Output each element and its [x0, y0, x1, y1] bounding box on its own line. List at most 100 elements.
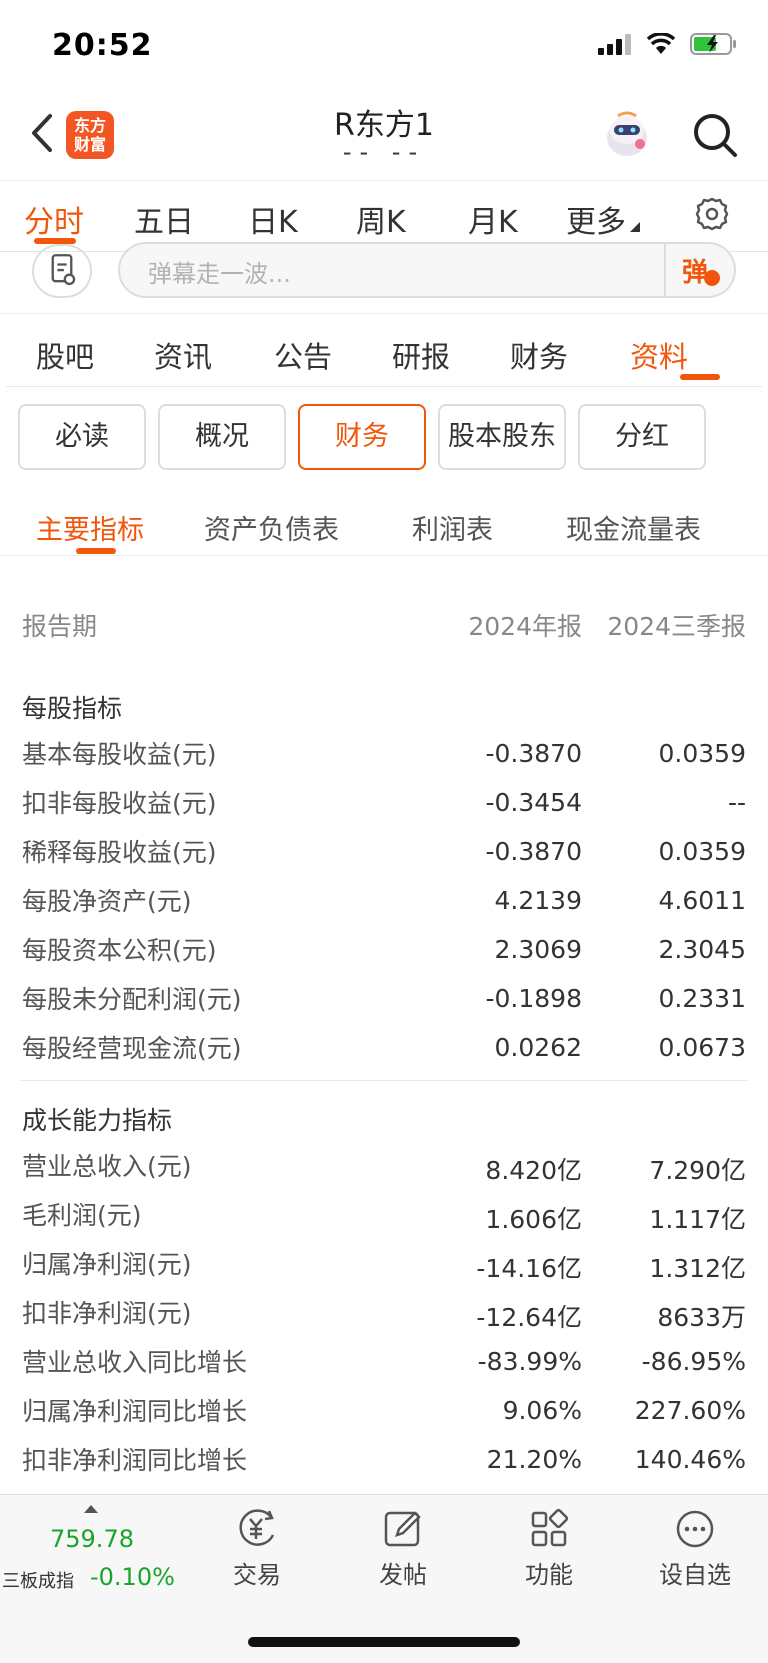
compose-button[interactable]: 发帖 [348, 1505, 458, 1595]
segment-dividends[interactable]: 分红 [578, 404, 706, 470]
info-tabs: 股吧 资讯 公告 研报 财务 资料 [0, 314, 768, 386]
home-indicator[interactable] [248, 1637, 520, 1647]
row-label: 基本每股收益(元) [22, 740, 217, 769]
row-label: 扣非净利润(元) [22, 1299, 192, 1328]
row-label: 扣非净利润同比增长 [22, 1446, 248, 1475]
row-label: 每股经营现金流(元) [22, 1034, 242, 1063]
compose-label: 发帖 [379, 1561, 427, 1589]
section-title: 成长能力指标 [22, 1106, 173, 1135]
battery-icon [690, 33, 736, 55]
grid-icon [531, 1509, 569, 1547]
row-label: 归属净利润同比增长 [22, 1397, 248, 1426]
add-watchlist-button[interactable]: 设自选 [640, 1505, 750, 1595]
row-label: 每股未分配利润(元) [22, 985, 242, 1014]
tab-intraday[interactable]: 分时 [24, 197, 84, 241]
segment-shareholders[interactable]: 股本股东 [438, 404, 566, 470]
wifi-icon [646, 33, 676, 54]
status-icons [598, 32, 738, 56]
table-row: 营业总收入同比增长 -83.99% -86.95% [0, 1343, 768, 1383]
segment-overview[interactable]: 概况 [158, 404, 286, 470]
trade-label: 交易 [233, 1561, 281, 1589]
table-row: 每股未分配利润(元) -0.1898 0.2331 [0, 980, 768, 1020]
row-value-col2: 1.117亿 [649, 1205, 746, 1234]
triangle-down-icon [630, 222, 640, 232]
row-label: 每股净资产(元) [22, 887, 192, 916]
row-value-col2: 4.6011 [658, 886, 746, 915]
active-tab-indicator [76, 548, 116, 554]
gear-icon[interactable] [694, 196, 730, 232]
index-value: 759.78 [50, 1525, 134, 1553]
row-value-col1: 1.606亿 [485, 1205, 582, 1234]
bottom-toolbar: 759.78 三板成指 -0.10% 交易 发帖 功能 设自选 [0, 1494, 768, 1663]
section-divider [20, 1080, 748, 1081]
stock-header: 东方财富 R东方1 -- -- [0, 92, 768, 180]
table-row: 基本每股收益(元) -0.3870 0.0359 [0, 735, 768, 775]
search-icon[interactable] [690, 110, 740, 160]
row-label: 扣非每股收益(元) [22, 789, 217, 818]
row-value-col2: 0.0359 [658, 837, 746, 866]
tab-daily-k[interactable]: 日K [248, 197, 298, 241]
row-label: 毛利润(元) [22, 1201, 142, 1230]
row-value-col1: 2.3069 [494, 935, 582, 964]
row-value-col1: 9.06% [502, 1396, 582, 1425]
tab-finance[interactable]: 财务 [510, 334, 568, 376]
danmu-placeholder: 弹幕走一波... [148, 260, 291, 288]
row-value-col1: -0.3870 [485, 837, 583, 866]
trade-button[interactable]: 交易 [202, 1505, 312, 1595]
tab-more[interactable]: 更多 [566, 197, 640, 241]
add-watchlist-label: 设自选 [659, 1561, 731, 1589]
tab-news[interactable]: 资讯 [154, 334, 212, 376]
expand-up-icon [84, 1505, 98, 1513]
tab-key-indicators[interactable]: 主要指标 [36, 508, 144, 547]
active-tab-indicator [34, 238, 76, 244]
row-value-col2: 0.0359 [658, 739, 746, 768]
table-header: 报告期 2024年报 2024三季报 [0, 607, 768, 647]
table-row: 归属净利润同比增长 9.06% 227.60% [0, 1392, 768, 1432]
index-ticker[interactable]: 759.78 三板成指 -0.10% [0, 1495, 190, 1605]
tab-monthly-k[interactable]: 月K [468, 197, 518, 241]
tab-profile[interactable]: 资料 [630, 334, 688, 376]
active-tab-indicator [680, 374, 720, 380]
danmu-send-button[interactable]: 弹 [664, 244, 734, 296]
more-icon [676, 1510, 714, 1548]
row-value-col2: 2.3045 [658, 935, 746, 964]
danmu-bar: 弹幕走一波... 弹 [0, 242, 768, 314]
divider [6, 386, 762, 387]
tab-more-label: 更多 [566, 205, 626, 240]
table-row: 归属净利润(元) -14.16亿 1.312亿 [0, 1245, 768, 1285]
finance-sub-tabs: 主要指标 资产负债表 利润表 现金流量表 [0, 490, 768, 556]
compose-icon [384, 1511, 421, 1547]
tab-weekly-k[interactable]: 周K [356, 197, 406, 241]
signal-icon [598, 34, 631, 55]
row-value-col1: 21.20% [486, 1445, 582, 1474]
tab-income-statement[interactable]: 利润表 [412, 508, 493, 547]
header-col1: 2024年报 [468, 612, 582, 641]
row-value-col2: 140.46% [634, 1445, 746, 1474]
tab-balance-sheet[interactable]: 资产负债表 [204, 508, 339, 547]
tab-announcements[interactable]: 公告 [274, 334, 332, 376]
tab-five-day[interactable]: 五日 [134, 197, 194, 241]
row-value-col1: -0.3454 [485, 788, 583, 817]
danmu-input[interactable]: 弹幕走一波... 弹 [118, 242, 736, 298]
functions-button[interactable]: 功能 [494, 1505, 604, 1595]
table-row: 每股资本公积(元) 2.3069 2.3045 [0, 931, 768, 971]
section-title: 每股指标 [22, 694, 123, 723]
table-row: 扣非净利润同比增长 21.20% 140.46% [0, 1441, 768, 1481]
row-value-col1: -0.3870 [485, 739, 583, 768]
tab-cash-flow[interactable]: 现金流量表 [566, 508, 701, 547]
row-label: 稀释每股收益(元) [22, 838, 217, 867]
status-bar: 20:52 [0, 0, 768, 92]
segment-must-read[interactable]: 必读 [18, 404, 146, 470]
row-value-col2: 227.60% [634, 1396, 746, 1425]
header-period-label: 报告期 [22, 612, 98, 641]
index-name: 三板成指 [2, 1571, 74, 1592]
row-value-col2: -86.95% [641, 1347, 746, 1376]
table-row: 毛利润(元) 1.606亿 1.117亿 [0, 1196, 768, 1236]
tab-guba[interactable]: 股吧 [36, 334, 94, 376]
trade-icon [239, 1509, 275, 1546]
row-value-col2: 0.0673 [658, 1033, 746, 1062]
robot-assistant-icon[interactable] [600, 108, 654, 162]
danmu-settings-icon[interactable] [32, 244, 92, 298]
tab-research[interactable]: 研报 [392, 334, 450, 376]
segment-finance[interactable]: 财务 [298, 404, 426, 470]
